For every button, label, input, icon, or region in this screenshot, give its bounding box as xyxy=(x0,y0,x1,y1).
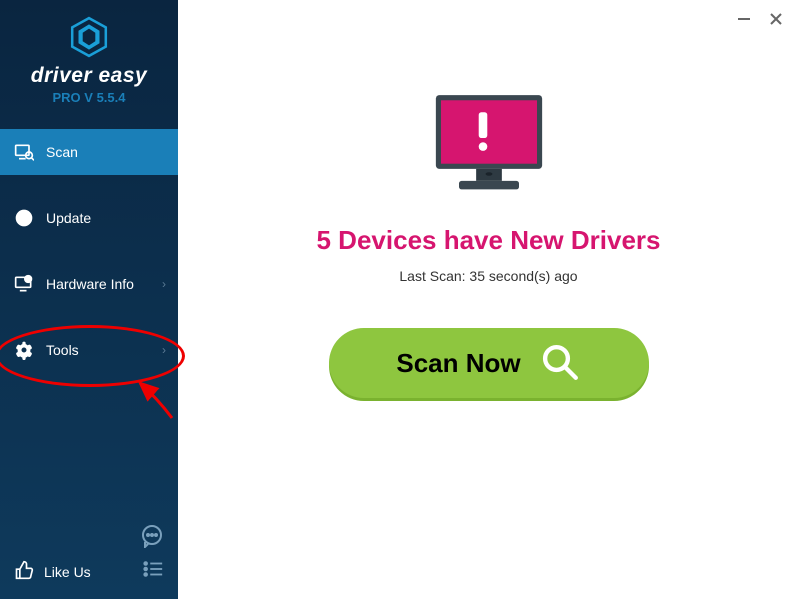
chevron-right-icon: › xyxy=(162,343,166,357)
last-scan-text: Last Scan: 35 second(s) ago xyxy=(399,268,577,284)
sidebar-item-scan[interactable]: Scan xyxy=(0,129,178,175)
brand-logo-icon xyxy=(68,16,110,58)
sidebar-item-update[interactable]: Update xyxy=(0,195,178,241)
feedback-button[interactable] xyxy=(14,524,164,548)
sidebar-item-label: Update xyxy=(46,210,91,226)
alert-monitor-icon xyxy=(429,90,549,201)
tools-icon xyxy=(14,340,34,360)
svg-text:i: i xyxy=(27,277,29,284)
sidebar-item-label: Hardware Info xyxy=(46,276,134,292)
brand-name: driver easy xyxy=(31,64,147,88)
search-icon xyxy=(539,341,581,386)
window-controls xyxy=(735,10,785,28)
scan-now-label: Scan Now xyxy=(396,348,520,379)
sidebar-bottom: Like Us xyxy=(0,514,178,599)
update-icon xyxy=(14,208,34,228)
sidebar: driver easy PRO V 5.5.4 Scan Update xyxy=(0,0,178,599)
hardware-info-icon: i xyxy=(14,274,34,294)
headline: 5 Devices have New Drivers xyxy=(317,225,661,256)
thumbs-up-icon xyxy=(14,560,34,583)
close-button[interactable] xyxy=(767,10,785,28)
like-us-label: Like Us xyxy=(44,564,91,580)
minimize-button[interactable] xyxy=(735,10,753,28)
brand-version: PRO V 5.5.4 xyxy=(53,90,126,105)
menu-icon[interactable] xyxy=(142,558,164,585)
scan-icon xyxy=(14,142,34,162)
sidebar-item-tools[interactable]: Tools › xyxy=(0,327,178,373)
nav: Scan Update i Hardware Info › xyxy=(0,129,178,373)
like-us-button[interactable]: Like Us xyxy=(14,560,91,583)
sidebar-item-label: Scan xyxy=(46,144,78,160)
logo-area: driver easy PRO V 5.5.4 xyxy=(0,0,178,113)
sidebar-item-hardware-info[interactable]: i Hardware Info › xyxy=(0,261,178,307)
chevron-right-icon: › xyxy=(162,277,166,291)
sidebar-item-label: Tools xyxy=(46,342,79,358)
scan-now-button[interactable]: Scan Now xyxy=(329,328,649,398)
main-content: 5 Devices have New Drivers Last Scan: 35… xyxy=(178,0,799,599)
